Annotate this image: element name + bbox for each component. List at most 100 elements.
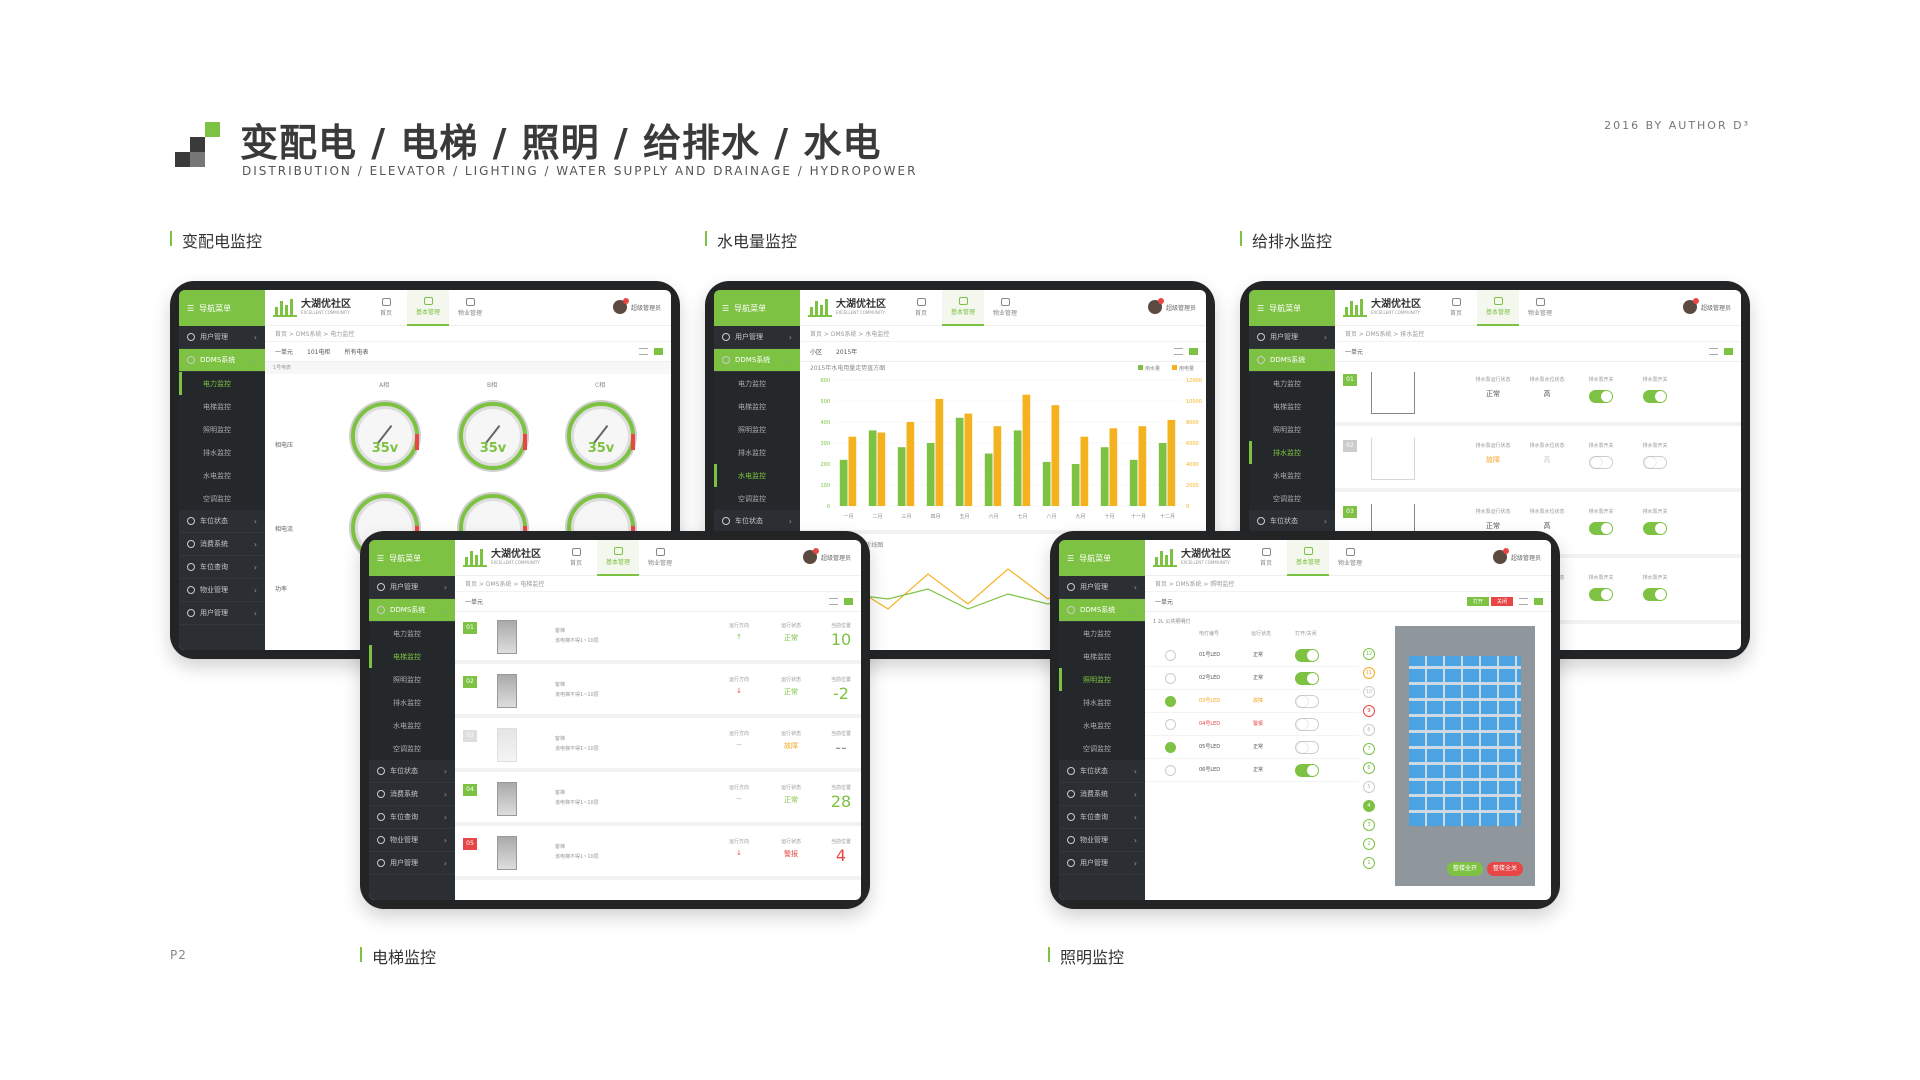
- user-menu[interactable]: 超级管理员: [1147, 298, 1196, 314]
- sidebar-subitem[interactable]: 照明监控: [1059, 668, 1145, 691]
- nav-tab[interactable]: 物业管理: [1519, 290, 1561, 326]
- bar[interactable]: [955, 417, 964, 506]
- filter-unit[interactable]: 一单元: [465, 597, 483, 606]
- bar[interactable]: [1138, 426, 1147, 506]
- light-row[interactable]: 05号LED 正常: [1145, 736, 1359, 759]
- list-view-icon[interactable]: [829, 598, 838, 605]
- filter-year[interactable]: 2015年: [836, 347, 857, 356]
- nav-tab[interactable]: 物业管理: [1329, 540, 1371, 576]
- row-checkbox[interactable]: [1165, 650, 1176, 661]
- nav-tab[interactable]: 基本管理: [1287, 540, 1329, 576]
- sidebar-subitem[interactable]: 电梯监控: [714, 395, 800, 418]
- grid-view-icon[interactable]: [654, 348, 663, 355]
- nav-menu-header[interactable]: ☰ 导航菜单: [714, 290, 800, 326]
- row-checkbox[interactable]: [1165, 719, 1176, 730]
- filter-area[interactable]: 小区: [810, 347, 822, 356]
- sidebar-subitem[interactable]: 空调监控: [179, 487, 265, 510]
- floor-button[interactable]: 11: [1363, 667, 1375, 679]
- sidebar-subitem[interactable]: 排水监控: [714, 441, 800, 464]
- sidebar-item[interactable]: 物业管理 ›: [369, 829, 455, 852]
- sidebar-subitem[interactable]: 水电监控: [1249, 464, 1335, 487]
- bar[interactable]: [1158, 443, 1167, 506]
- filter-cabinet[interactable]: 101电柜: [307, 347, 330, 356]
- nav-tab[interactable]: 基本管理: [597, 540, 639, 576]
- brand-logo[interactable]: 大湖优社区 EXCELLENT COMMUNITY: [273, 298, 351, 317]
- sidebar-subitem[interactable]: 照明监控: [179, 418, 265, 441]
- sidebar-item[interactable]: 用户管理 ›: [369, 852, 455, 875]
- light-toggle[interactable]: [1295, 649, 1319, 662]
- pump-toggle[interactable]: [1643, 588, 1667, 601]
- sidebar-subitem[interactable]: 排水监控: [1059, 691, 1145, 714]
- sidebar-subitem[interactable]: 水电监控: [369, 714, 455, 737]
- grid-view-icon[interactable]: [1534, 598, 1543, 605]
- sidebar-item[interactable]: 车位状态 ›: [179, 510, 265, 533]
- floor-button[interactable]: 1: [1363, 857, 1375, 869]
- sidebar-group[interactable]: DDMS系统 ⌄: [1249, 349, 1335, 372]
- light-row[interactable]: 02号LED 正常: [1145, 667, 1359, 690]
- sidebar-item[interactable]: 车位状态 ›: [1059, 760, 1145, 783]
- sidebar-item[interactable]: 车位查询 ›: [179, 556, 265, 579]
- light-row[interactable]: 06号LED 正常: [1145, 759, 1359, 782]
- nav-tab[interactable]: 首页: [365, 290, 407, 326]
- floor-button[interactable]: 9: [1363, 705, 1375, 717]
- filter-unit[interactable]: 一单元: [1345, 347, 1363, 356]
- bar[interactable]: [897, 447, 906, 506]
- brand-logo[interactable]: 大湖优社区 EXCELLENT COMMUNITY: [808, 298, 886, 317]
- floor-button[interactable]: 2: [1363, 838, 1375, 850]
- bar[interactable]: [1167, 419, 1176, 506]
- pump-toggle[interactable]: [1589, 588, 1613, 601]
- light-on-button[interactable]: 打开: [1466, 597, 1489, 606]
- floor-button[interactable]: 3: [1363, 819, 1375, 831]
- sidebar-subitem[interactable]: 电梯监控: [179, 395, 265, 418]
- bar[interactable]: [877, 432, 886, 507]
- all-off-button[interactable]: 整楼全关: [1487, 862, 1524, 876]
- floor-button[interactable]: 7: [1363, 743, 1375, 755]
- elevator-row[interactable]: 03 客梯 该电梯不得1~10层 运行方向 -- 运行状态 故障 当前位置 --: [455, 722, 861, 772]
- list-view-icon[interactable]: [1709, 348, 1718, 355]
- sidebar-group[interactable]: 用户管理 ›: [1059, 576, 1145, 599]
- bar[interactable]: [1080, 436, 1089, 506]
- user-menu[interactable]: 超级管理员: [1492, 548, 1541, 564]
- list-view-icon[interactable]: [1174, 348, 1183, 355]
- sidebar-item[interactable]: 物业管理 ›: [179, 579, 265, 602]
- floor-button[interactable]: 12: [1363, 648, 1375, 660]
- sidebar-subitem[interactable]: 照明监控: [369, 668, 455, 691]
- sidebar-subitem[interactable]: 空调监控: [1059, 737, 1145, 760]
- pump-toggle[interactable]: [1643, 456, 1667, 469]
- user-menu[interactable]: 超级管理员: [612, 298, 661, 314]
- light-off-button[interactable]: 关闭: [1490, 597, 1513, 606]
- row-checkbox[interactable]: [1165, 696, 1176, 707]
- elevator-row[interactable]: 04 客梯 该电梯不得1~10层 运行方向 -- 运行状态 正常 当前位置 28: [455, 776, 861, 826]
- pump-toggle[interactable]: [1589, 390, 1613, 403]
- light-row[interactable]: 03号LED 故障: [1145, 690, 1359, 713]
- sidebar-subitem[interactable]: 排水监控: [179, 441, 265, 464]
- sidebar-subitem[interactable]: 照明监控: [714, 418, 800, 441]
- all-on-button[interactable]: 整楼全开: [1447, 862, 1484, 876]
- sidebar-subitem[interactable]: 电力监控: [1059, 622, 1145, 645]
- bar[interactable]: [926, 443, 935, 506]
- floor-button[interactable]: 8: [1363, 724, 1375, 736]
- light-row[interactable]: 04号LED 警报: [1145, 713, 1359, 736]
- light-row[interactable]: 01号LED 正常: [1145, 644, 1359, 667]
- bar[interactable]: [984, 453, 993, 507]
- bar[interactable]: [1100, 447, 1109, 506]
- brand-logo[interactable]: 大湖优社区 EXCELLENT COMMUNITY: [1153, 548, 1231, 567]
- row-checkbox[interactable]: [1165, 673, 1176, 684]
- sidebar-subitem[interactable]: 空调监控: [714, 487, 800, 510]
- nav-tab[interactable]: 基本管理: [1477, 290, 1519, 326]
- sidebar-group[interactable]: DDMS系统 ⌄: [1059, 599, 1145, 622]
- list-view-icon[interactable]: [1519, 598, 1528, 605]
- elevator-row[interactable]: 01 客梯 该电梯不得1~10层 运行方向 ↑ 运行状态 正常 当前位置 10: [455, 614, 861, 664]
- bar[interactable]: [993, 426, 1002, 506]
- sidebar-subitem[interactable]: 水电监控: [714, 464, 800, 487]
- pump-toggle[interactable]: [1589, 456, 1613, 469]
- floor-button[interactable]: 6: [1363, 762, 1375, 774]
- sidebar-subitem[interactable]: 水电监控: [179, 464, 265, 487]
- sidebar-subitem[interactable]: 电梯监控: [369, 645, 455, 668]
- pump-toggle[interactable]: [1589, 522, 1613, 535]
- sidebar-subitem[interactable]: 电力监控: [1249, 372, 1335, 395]
- sidebar-group[interactable]: DDMS系统 ⌄: [179, 349, 265, 372]
- filter-meter[interactable]: 所有电表: [344, 347, 368, 356]
- elevator-row[interactable]: 02 客梯 该电梯不得1~10层 运行方向 ↓ 运行状态 正常 当前位置 -2: [455, 668, 861, 718]
- nav-tab[interactable]: 首页: [555, 540, 597, 576]
